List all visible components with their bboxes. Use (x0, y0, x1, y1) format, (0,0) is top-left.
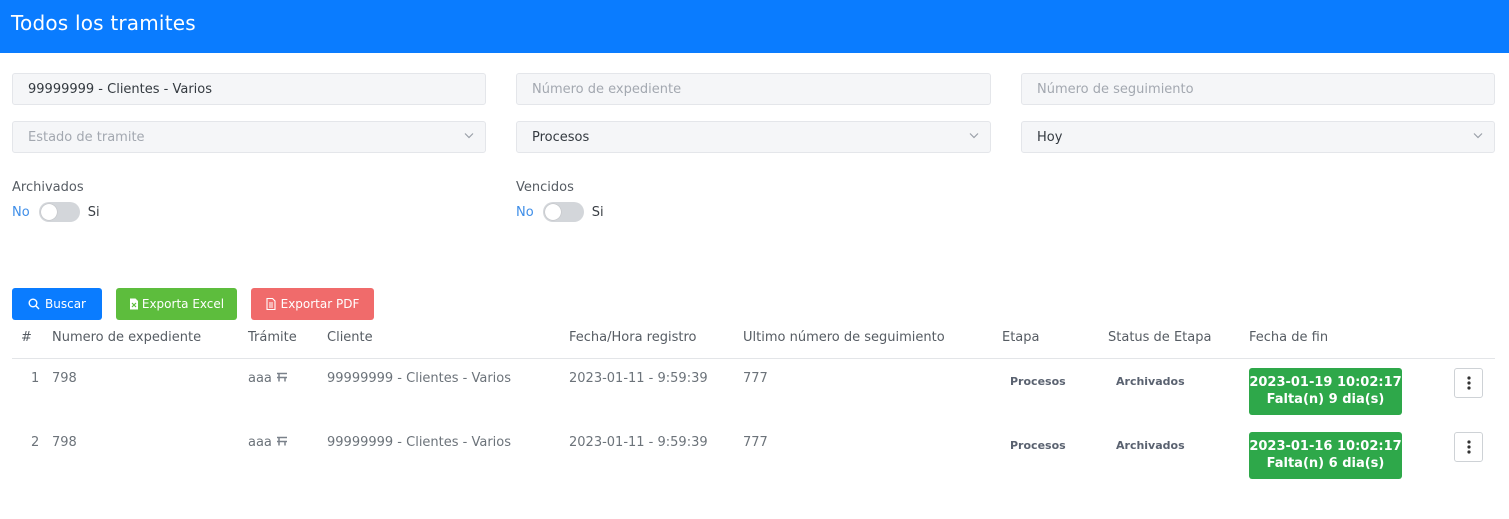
row-actions-button[interactable] (1454, 432, 1483, 462)
client-field[interactable]: 99999999 - Clientes - Varios (12, 73, 486, 105)
seguimiento-placeholder: Número de seguimiento (1037, 81, 1194, 97)
vencidos-si-label: Si (591, 204, 604, 220)
cliente-cell: 99999999 - Clientes - Varios (327, 371, 512, 386)
tramite-text: aaa (248, 435, 272, 450)
more-vertical-icon (1466, 376, 1471, 390)
page-header: Todos los tramites (0, 0, 1509, 53)
column-header: # (21, 330, 32, 345)
export-excel-label: Exporta Excel (141, 297, 225, 311)
column-header: Status de Etapa (1108, 330, 1212, 345)
estado-placeholder: Estado de tramite (28, 129, 145, 145)
fecha-cell: 2023-01-11 - 9:59:39 (569, 371, 708, 386)
vencidos-toggle[interactable] (542, 202, 584, 222)
procesos-value: Procesos (532, 129, 590, 145)
column-header: Etapa (1002, 330, 1040, 345)
more-vertical-icon (1466, 440, 1471, 454)
due-remaining: Falta(n) 9 dia(s) (1266, 392, 1385, 407)
periodo-select[interactable]: Hoy (1021, 121, 1495, 153)
archivados-si-label: Si (87, 204, 100, 220)
due-date-badge: 2023-01-19 10:02:17 Falta(n) 9 dia(s) (1249, 368, 1402, 415)
due-date: 2023-01-16 10:02:17 (1249, 439, 1402, 454)
archivados-label: Archivados (12, 180, 84, 195)
column-header: Cliente (327, 330, 373, 345)
vencidos-toggle-group: Vencidos No Si (516, 180, 716, 225)
procesos-select[interactable]: Procesos (516, 121, 991, 153)
expediente-placeholder: Número de expediente (532, 81, 682, 97)
toggle-knob (544, 204, 561, 220)
due-date: 2023-01-19 10:02:17 (1249, 375, 1402, 390)
export-excel-button[interactable]: Exporta Excel (116, 288, 237, 320)
etapa-cell: Procesos (1010, 439, 1066, 452)
table-header-divider (12, 358, 1495, 359)
row-number: 2 (31, 435, 40, 450)
column-header: Ultimo número de seguimiento (743, 330, 945, 345)
expediente-input[interactable]: Número de expediente (516, 73, 991, 105)
cliente-cell: 99999999 - Clientes - Varios (327, 435, 512, 450)
row-actions-button[interactable] (1454, 368, 1483, 398)
tramite-cell[interactable]: aaa (248, 435, 288, 450)
chevron-down-icon (1473, 131, 1483, 140)
archivados-toggle-group: Archivados No Si (12, 180, 212, 225)
buscar-label: Buscar (45, 297, 86, 311)
seguimiento-cell: 777 (743, 371, 768, 386)
fecha-cell: 2023-01-11 - 9:59:39 (569, 435, 708, 450)
row-number: 1 (31, 371, 40, 386)
periodo-value: Hoy (1037, 129, 1063, 145)
page-title: Todos los tramites (11, 11, 196, 35)
expediente-cell: 798 (52, 435, 77, 450)
vencidos-label: Vencidos (516, 180, 574, 195)
column-header: Fecha de fin (1249, 330, 1329, 345)
chevron-down-icon (969, 131, 979, 140)
archivados-toggle[interactable] (38, 202, 80, 222)
status-cell: Archivados (1116, 439, 1185, 452)
client-field-value: 99999999 - Clientes - Varios (28, 81, 213, 97)
file-pdf-icon (266, 298, 276, 310)
status-cell: Archivados (1116, 375, 1185, 388)
due-remaining: Falta(n) 6 dia(s) (1266, 456, 1385, 471)
seguimiento-input[interactable]: Número de seguimiento (1021, 73, 1495, 105)
estado-select[interactable]: Estado de tramite (12, 121, 486, 153)
toggle-knob (40, 204, 57, 220)
buscar-button[interactable]: Buscar (12, 288, 102, 320)
tramite-text: aaa (248, 371, 272, 386)
export-pdf-button[interactable]: Exportar PDF (251, 288, 374, 320)
due-date-badge: 2023-01-16 10:02:17 Falta(n) 6 dia(s) (1249, 432, 1402, 479)
archivados-no-label: No (12, 204, 30, 220)
flow-icon (277, 436, 288, 446)
column-header: Trámite (248, 330, 297, 345)
tramite-cell[interactable]: aaa (248, 371, 288, 386)
column-header: Numero de expediente (52, 330, 202, 345)
file-excel-icon (129, 298, 138, 310)
seguimiento-cell: 777 (743, 435, 768, 450)
column-header: Fecha/Hora registro (569, 330, 697, 345)
export-pdf-label: Exportar PDF (280, 297, 360, 311)
search-icon (28, 298, 40, 310)
vencidos-no-label: No (516, 204, 534, 220)
flow-icon (277, 372, 288, 382)
expediente-cell: 798 (52, 371, 77, 386)
etapa-cell: Procesos (1010, 375, 1066, 388)
chevron-down-icon (464, 131, 474, 140)
